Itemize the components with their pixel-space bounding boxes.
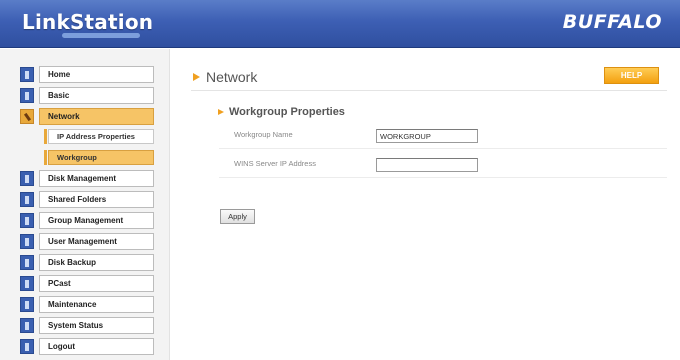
sidebar-item-shared-folders[interactable]: Shared Folders xyxy=(20,191,154,208)
subitem-marker xyxy=(44,129,47,144)
sidebar-subitem-label: Workgroup xyxy=(48,150,154,165)
sidebar-item-label: System Status xyxy=(39,317,154,334)
basic-icon xyxy=(20,88,34,103)
sidebar-nav: Home Basic Network IP Address Properties… xyxy=(0,49,170,360)
section-title-text: Workgroup Properties xyxy=(229,106,345,118)
sidebar-item-disk-management[interactable]: Disk Management xyxy=(20,170,154,187)
linkstation-logo: LinkStation xyxy=(22,10,154,34)
backup-icon xyxy=(20,255,34,270)
network-icon xyxy=(20,109,34,124)
maintenance-icon xyxy=(20,297,34,312)
page-title-text: Network xyxy=(206,69,258,85)
logo-tagline-bar xyxy=(62,33,140,38)
title-divider xyxy=(191,90,667,91)
sidebar-item-user-management[interactable]: User Management xyxy=(20,233,154,250)
buffalo-brand-logo: BUFFALO xyxy=(562,11,662,33)
sidebar-item-label: Basic xyxy=(39,87,154,104)
home-icon xyxy=(20,67,34,82)
sidebar-item-label: PCast xyxy=(39,275,154,292)
subitem-marker xyxy=(44,150,47,165)
group-icon xyxy=(20,213,34,228)
status-icon xyxy=(20,318,34,333)
sidebar-item-pcast[interactable]: PCast xyxy=(20,275,154,292)
sidebar-item-label: Disk Management xyxy=(39,170,154,187)
page-title: Network xyxy=(193,69,257,85)
sidebar-item-system-status[interactable]: System Status xyxy=(20,317,154,334)
sidebar-item-maintenance[interactable]: Maintenance xyxy=(20,296,154,313)
sidebar-item-network[interactable]: Network xyxy=(20,108,154,125)
apply-button[interactable]: Apply xyxy=(220,209,255,224)
sidebar-item-basic[interactable]: Basic xyxy=(20,87,154,104)
row-divider xyxy=(219,148,667,149)
sidebar-item-label: Maintenance xyxy=(39,296,154,313)
workgroup-name-label: Workgroup Name xyxy=(234,130,293,139)
folder-icon xyxy=(20,192,34,207)
pcast-icon xyxy=(20,276,34,291)
wins-server-ip-input[interactable] xyxy=(376,158,478,172)
wins-server-label: WINS Server IP Address xyxy=(234,159,316,168)
sidebar-item-label: Group Management xyxy=(39,212,154,229)
sidebar-subitem-workgroup[interactable]: Workgroup xyxy=(44,150,154,165)
sidebar-item-label: Shared Folders xyxy=(39,191,154,208)
arrow-right-icon xyxy=(193,73,200,81)
sidebar-item-home[interactable]: Home xyxy=(20,66,154,83)
sidebar-item-disk-backup[interactable]: Disk Backup xyxy=(20,254,154,271)
sidebar-item-group-management[interactable]: Group Management xyxy=(20,212,154,229)
logout-icon xyxy=(20,339,34,354)
user-icon xyxy=(20,234,34,249)
disk-icon xyxy=(20,171,34,186)
help-button[interactable]: HELP xyxy=(604,67,659,84)
sidebar-subitem-label: IP Address Properties xyxy=(48,129,154,144)
sidebar-item-label: Network xyxy=(39,108,154,125)
main-content: Network HELP Workgroup Properties Workgr… xyxy=(171,49,680,360)
sidebar-item-label: Home xyxy=(39,66,154,83)
section-title: Workgroup Properties xyxy=(218,106,345,118)
sidebar-item-label: Disk Backup xyxy=(39,254,154,271)
workgroup-name-input[interactable] xyxy=(376,129,478,143)
sidebar-item-label: User Management xyxy=(39,233,154,250)
row-divider xyxy=(219,177,667,178)
sidebar-item-logout[interactable]: Logout xyxy=(20,338,154,355)
sidebar-subitem-ip-address-properties[interactable]: IP Address Properties xyxy=(44,129,154,144)
sidebar-item-label: Logout xyxy=(39,338,154,355)
app-header: LinkStation BUFFALO xyxy=(0,0,680,48)
arrow-right-icon xyxy=(218,109,224,115)
